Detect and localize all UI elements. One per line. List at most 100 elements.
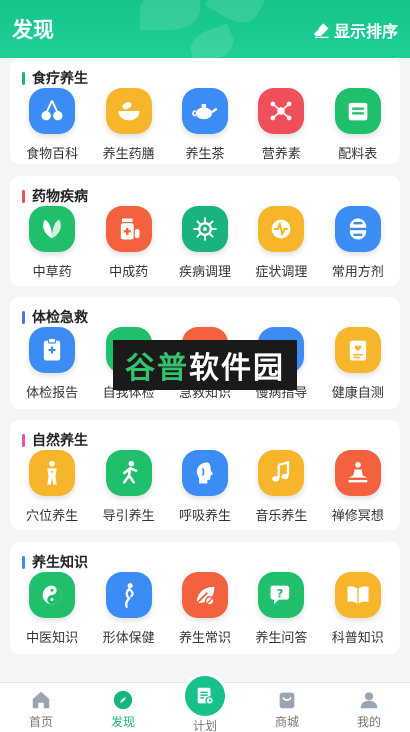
exercise-icon <box>122 460 137 484</box>
item-patent-medicine[interactable]: 中成药 <box>92 206 166 280</box>
item-ingredients[interactable]: 配料表 <box>321 88 395 162</box>
music-note-icon <box>272 461 290 482</box>
item-health-tips[interactable]: 养生常识 <box>168 572 242 646</box>
item-label: 养生药膳 <box>102 147 155 162</box>
item-label: 音乐养生 <box>255 509 308 524</box>
tab-shop[interactable]: 商城 <box>252 683 322 732</box>
section-bar <box>22 71 25 85</box>
tab-plan[interactable]: 计划 <box>170 673 240 732</box>
breathing-head-icon <box>196 462 214 484</box>
pill-bottle-icon <box>120 218 140 240</box>
leaf-no-icon <box>196 586 215 606</box>
item-label: 科普知识 <box>331 631 384 646</box>
section-title: 自然养生 <box>22 430 88 450</box>
item-breathing[interactable]: 呼吸养生 <box>168 450 242 524</box>
display-sort-button[interactable]: 显示排序 <box>312 18 398 42</box>
item-label: 呼吸养生 <box>178 509 231 524</box>
acupoint-body-icon <box>47 460 57 485</box>
leaf-decoration <box>204 0 266 31</box>
item-health-self-test[interactable]: 健康自测 <box>321 327 395 401</box>
item-music[interactable]: 音乐养生 <box>244 450 318 524</box>
section-bar <box>22 189 25 203</box>
herb-leaf-icon <box>43 219 62 239</box>
tab-label: 我的 <box>356 715 381 729</box>
section-items: 穴位养生 导引养生 呼吸养生 音乐养生 禅修冥想 <box>10 450 400 524</box>
watermark-text-a: 谷普 <box>125 351 189 386</box>
item-health-tea[interactable]: 养生茶 <box>168 88 242 162</box>
item-body-care[interactable]: 形体保健 <box>92 572 166 646</box>
tab-home[interactable]: 首页 <box>6 683 76 732</box>
item-tcm-knowledge[interactable]: 中医知识 <box>15 572 89 646</box>
svg-text:?: ? <box>277 586 284 600</box>
item-label: 中成药 <box>109 265 149 280</box>
item-label: 养生常识 <box>178 631 231 646</box>
clipboard-icon <box>44 337 61 361</box>
item-disease-care[interactable]: 疾病调理 <box>168 206 242 280</box>
item-chinese-herbs[interactable]: 中草药 <box>15 206 89 280</box>
tab-mine[interactable]: 我的 <box>334 683 404 732</box>
user-icon <box>360 692 378 709</box>
item-label: 症状调理 <box>255 265 308 280</box>
qa-bubble-icon: ? <box>270 585 290 605</box>
section-drugs-diseases: 药物疾病 中草药 中成药 疾病调理 症状调理 常用方剂 <box>10 176 400 286</box>
section-title: 食疗养生 <box>22 68 88 88</box>
bottom-tab-bar: 首页 发现 计划 商城 我的 <box>0 673 410 732</box>
home-icon <box>32 691 50 709</box>
teapot-icon <box>192 104 218 120</box>
item-label: 健康自测 <box>331 386 384 401</box>
item-label: 导引养生 <box>102 509 155 524</box>
item-acupoint[interactable]: 穴位养生 <box>15 450 89 524</box>
item-checkup-report[interactable]: 体检报告 <box>15 327 89 401</box>
item-common-prescriptions[interactable]: 常用方剂 <box>321 206 395 280</box>
body-figure-icon <box>124 583 134 608</box>
item-food-encyclopedia[interactable]: 食物百科 <box>15 88 89 162</box>
item-nutrients[interactable]: 营养素 <box>244 88 318 162</box>
item-health-qa[interactable]: ? 养生问答 <box>244 572 318 646</box>
section-bar <box>22 433 25 447</box>
item-label: 穴位养生 <box>26 509 79 524</box>
virus-icon <box>193 217 217 241</box>
tab-label: 商城 <box>274 715 299 729</box>
molecule-icon <box>270 101 292 121</box>
item-symptom-care[interactable]: 症状调理 <box>244 206 318 280</box>
tab-discover[interactable]: 发现 <box>88 683 158 732</box>
section-items: 中医知识 形体保健 养生常识 ? 养生问答 科普知识 <box>10 572 400 646</box>
item-daoyin[interactable]: 导引养生 <box>92 450 166 524</box>
tab-label: 发现 <box>110 715 135 729</box>
item-label: 营养素 <box>261 147 301 162</box>
item-label: 养生茶 <box>185 147 225 162</box>
item-label: 疾病调理 <box>178 265 231 280</box>
watermark-banner: 谷普 软件园 <box>113 340 297 390</box>
section-title: 养生知识 <box>22 552 88 572</box>
plan-icon <box>197 687 214 705</box>
shop-bag-icon <box>279 692 295 709</box>
item-label: 体检报告 <box>26 386 79 401</box>
tab-label: 计划 <box>192 719 217 732</box>
item-label: 形体保健 <box>102 631 155 646</box>
item-science-knowledge[interactable]: 科普知识 <box>321 572 395 646</box>
section-items: 中草药 中成药 疾病调理 症状调理 常用方剂 <box>10 206 400 280</box>
section-title: 药物疾病 <box>22 186 88 206</box>
section-items: 食物百科 养生药膳 养生茶 营养素 配料表 <box>10 88 400 162</box>
display-sort-label: 显示排序 <box>333 22 398 41</box>
item-label: 配料表 <box>338 147 378 162</box>
eraser-icon <box>313 23 329 38</box>
section-health-knowledge: 养生知识 中医知识 形体保健 养生常识 ? 养生问答 科普知识 <box>10 542 400 654</box>
item-label: 中医知识 <box>26 631 79 646</box>
leaf-decoration <box>186 23 238 58</box>
medicine-bowl-icon <box>118 102 140 121</box>
page-title: 发现 <box>12 18 54 42</box>
item-medicinal-diet[interactable]: 养生药膳 <box>92 88 166 162</box>
item-label: 禅修冥想 <box>331 509 384 524</box>
item-label: 食物百科 <box>26 147 79 162</box>
section-bar <box>22 555 25 569</box>
item-label: 中草药 <box>32 265 72 280</box>
ingredient-box-icon <box>348 102 368 121</box>
plan-button[interactable] <box>182 673 228 719</box>
section-bar <box>22 310 25 324</box>
section-title: 体检急救 <box>22 307 88 327</box>
leaf-decoration <box>140 0 200 30</box>
yin-yang-icon <box>42 585 62 605</box>
item-meditation[interactable]: 禅修冥想 <box>321 450 395 524</box>
item-label: 常用方剂 <box>331 265 384 280</box>
